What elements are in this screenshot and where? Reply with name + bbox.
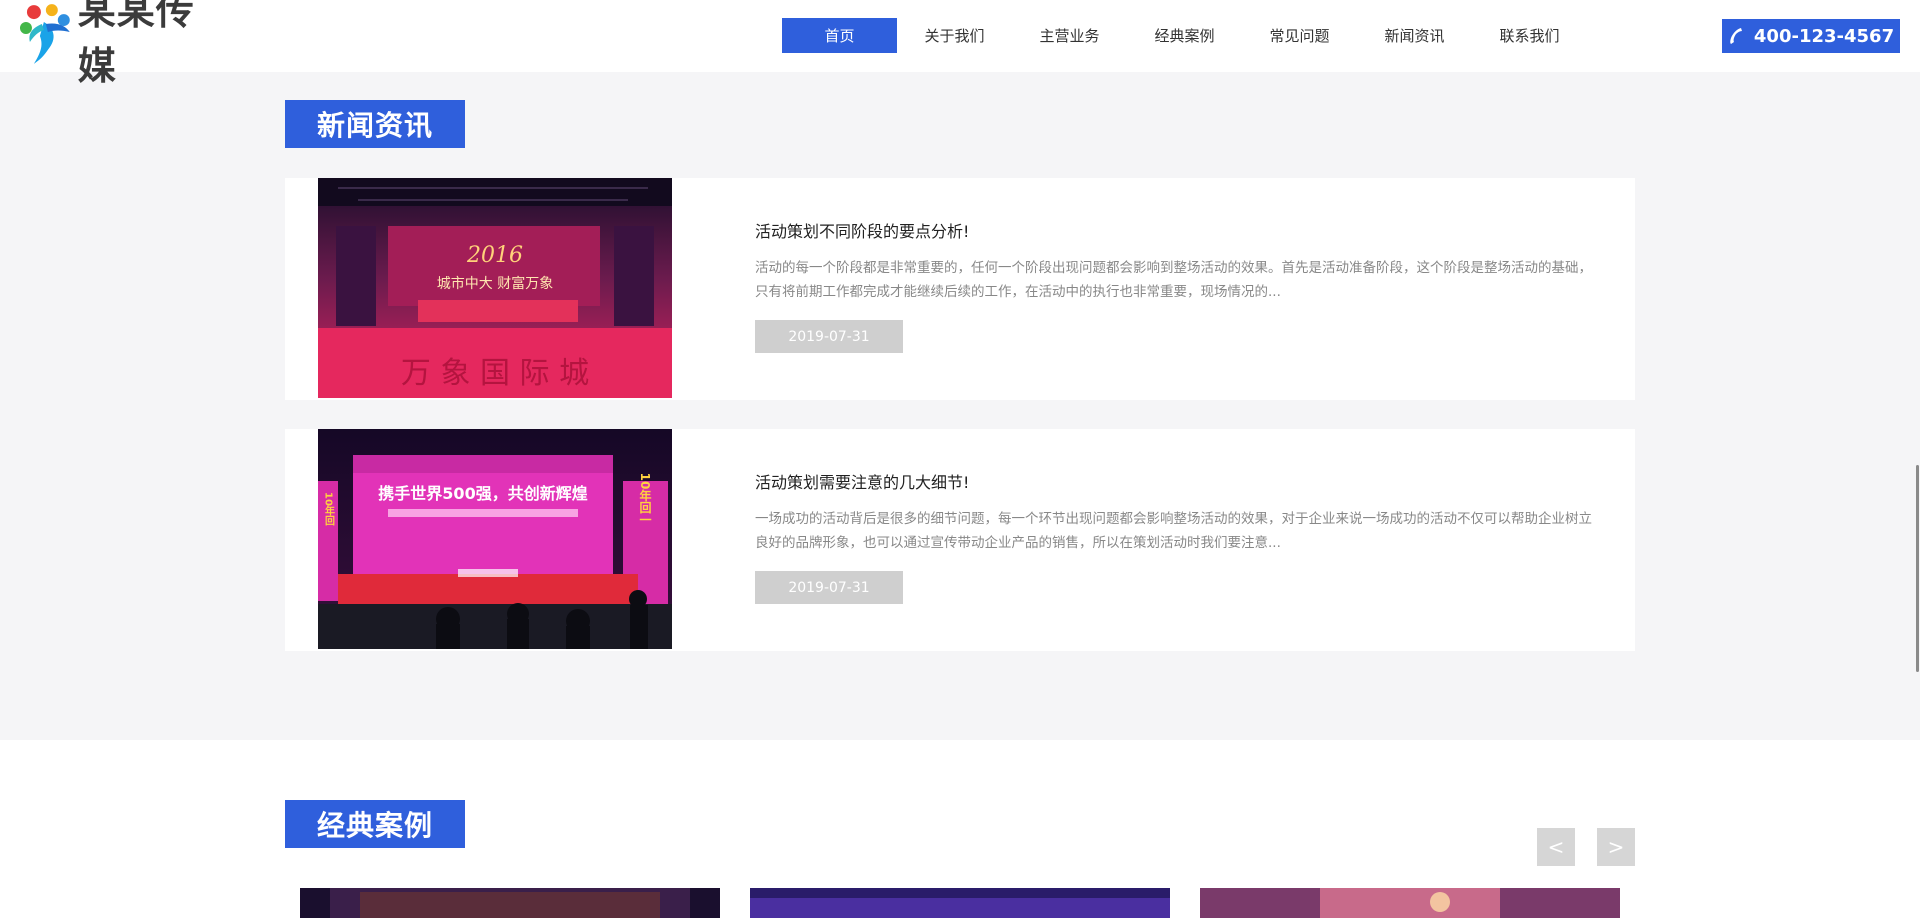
case-card[interactable]	[1200, 888, 1620, 918]
main-nav: 首页 关于我们 主营业务 经典案例 常见问题 新闻资讯 联系我们	[782, 18, 1587, 53]
case-card[interactable]	[750, 888, 1170, 918]
news-image-headline: 携手世界500强，共创新辉煌	[378, 484, 587, 503]
nav-news[interactable]: 新闻资讯	[1357, 18, 1472, 53]
nav-home[interactable]: 首页	[782, 18, 897, 53]
cases-section: 经典案例 < >	[0, 740, 1920, 918]
news-title[interactable]: 活动策划需要注意的几大细节!	[755, 469, 969, 493]
news-image-banner: 万 象 国 际 城	[401, 356, 589, 391]
logo-mark-icon	[19, 4, 70, 64]
news-item[interactable]: 携手世界500强，共创新辉煌 10年回 10年回一 活动策划需要注意的几大细节!…	[285, 429, 1635, 651]
cases-section-title: 经典案例	[285, 800, 465, 848]
news-image-side-right: 10年回一	[638, 473, 652, 526]
nav-about[interactable]: 关于我们	[897, 18, 1012, 53]
cases-prev-button[interactable]: <	[1537, 828, 1575, 866]
nav-faq[interactable]: 常见问题	[1242, 18, 1357, 53]
case-card[interactable]	[300, 888, 720, 918]
scrollbar-thumb[interactable]	[1916, 465, 1919, 672]
news-item[interactable]: 2016 城市中大 财富万象 万 象 国 际 城 活动策划不同阶段的要点分析! …	[285, 178, 1635, 400]
brand-name: 某某传媒	[77, 0, 195, 88]
news-image-slogan: 城市中大 财富万象	[437, 275, 553, 292]
news-image[interactable]: 携手世界500强，共创新辉煌 10年回 10年回一	[318, 429, 672, 649]
logo[interactable]: 某某传媒	[18, 0, 233, 88]
news-date: 2019-07-31	[755, 320, 903, 353]
news-section: 新闻资讯 2016 城市中大 财富万象 万 象 国 际 城 活动策划不同阶段的要…	[0, 72, 1920, 740]
news-image[interactable]: 2016 城市中大 财富万象 万 象 国 际 城	[318, 178, 672, 398]
news-image-side-left: 10年回	[323, 492, 335, 527]
news-date: 2019-07-31	[755, 571, 903, 604]
nav-contact[interactable]: 联系我们	[1472, 18, 1587, 53]
nav-services[interactable]: 主营业务	[1012, 18, 1127, 53]
news-title[interactable]: 活动策划不同阶段的要点分析!	[755, 218, 969, 242]
news-image-year: 2016	[466, 243, 523, 268]
phone-number: 400-123-4567	[1753, 25, 1895, 47]
news-desc: 一场成功的活动背后是很多的细节问题，每一个环节出现问题都会影响整场活动的效果，对…	[755, 511, 1592, 551]
nav-cases[interactable]: 经典案例	[1127, 18, 1242, 53]
site-header: 某某传媒 首页 关于我们 主营业务 经典案例 常见问题 新闻资讯 联系我们 40…	[0, 0, 1920, 88]
phone-button[interactable]: 400-123-4567	[1722, 19, 1900, 53]
cases-next-button[interactable]: >	[1597, 828, 1635, 866]
news-desc: 活动的每一个阶段都是非常重要的，任何一个阶段出现问题都会影响到整场活动的效果。首…	[755, 260, 1592, 300]
news-section-title: 新闻资讯	[285, 100, 465, 148]
phone-icon	[1730, 28, 1742, 44]
